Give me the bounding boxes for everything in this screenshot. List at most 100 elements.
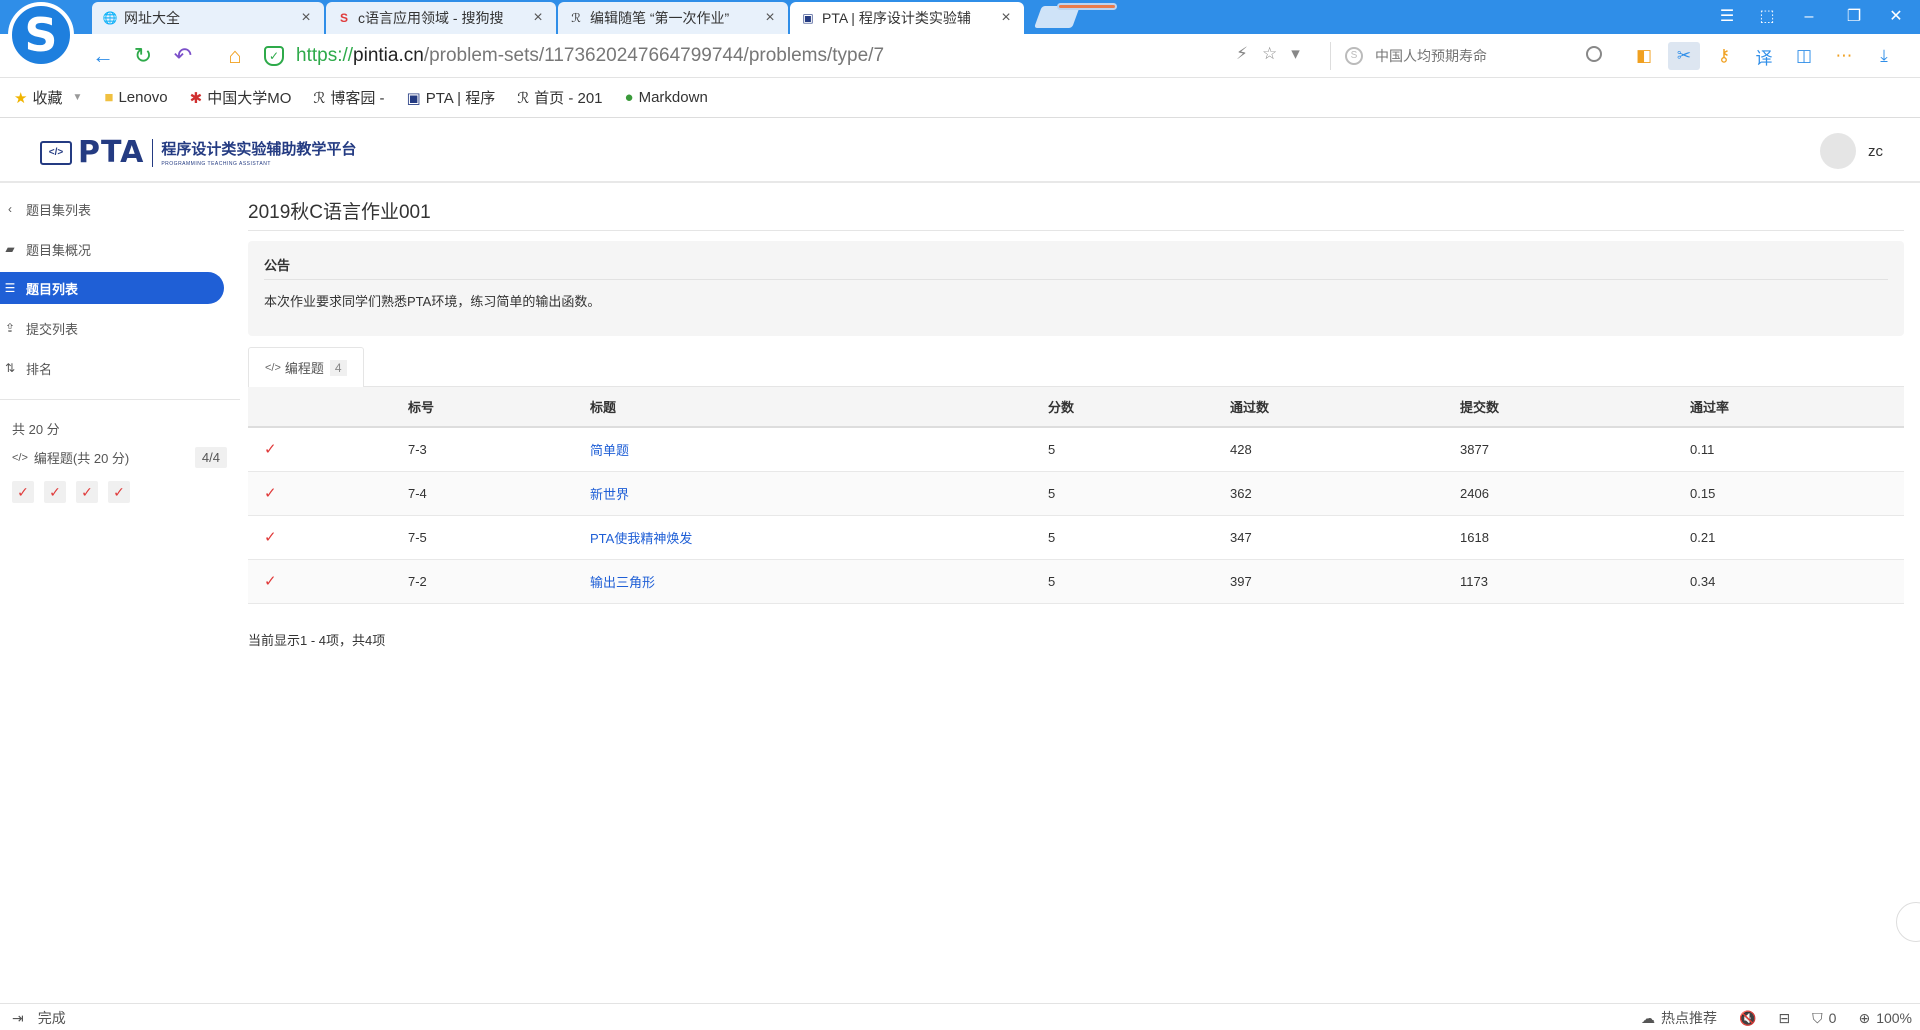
- problem-rate: 0.21: [1690, 515, 1904, 560]
- table-row[interactable]: ✓ 7-4 新世界 5 362 2406 0.15: [248, 471, 1904, 516]
- sidebar-divider: [0, 399, 240, 400]
- bookmark-mooc[interactable]: ✱ 中国大学MO: [190, 87, 292, 108]
- table-row[interactable]: ✓ 7-2 输出三角形 5 397 1173 0.34: [248, 559, 1904, 604]
- find-icon[interactable]: ◫: [1788, 42, 1820, 70]
- skin-icon[interactable]: ⬚: [1756, 6, 1778, 28]
- address-bar-row: ← ↻ ↶ ⌂ ✓ https://pintia.cn/problem-sets…: [0, 34, 1920, 78]
- hot-news-button[interactable]: ☁ 热点推荐: [1641, 1008, 1717, 1028]
- home-icon[interactable]: ⌂: [222, 43, 248, 69]
- browser-tab-2[interactable]: S c语言应用领域 - 搜狗搜 ×: [326, 2, 556, 34]
- check-icon[interactable]: ✓: [12, 481, 34, 503]
- close-icon[interactable]: ×: [298, 9, 314, 27]
- cnblogs-icon: ℛ: [517, 89, 530, 107]
- dropdown-icon[interactable]: ▾: [1291, 44, 1300, 64]
- close-icon[interactable]: ×: [530, 9, 546, 27]
- menu-icon[interactable]: ☰: [1716, 6, 1738, 28]
- screenshot-scissors-icon[interactable]: ✂: [1668, 42, 1700, 70]
- problem-id: 7-3: [408, 427, 590, 472]
- browser-tab-4-active[interactable]: ▣ PTA | 程序设计类实验辅 ×: [790, 2, 1024, 34]
- markdown-icon: ●: [624, 89, 634, 106]
- sidebar-item-back[interactable]: ‹ 题目集列表: [0, 193, 224, 225]
- logo-divider: [152, 138, 154, 167]
- table-row[interactable]: ✓ 7-3 简单题 5 428 3877 0.11: [248, 427, 1904, 472]
- hot-news-label: 热点推荐: [1660, 1010, 1717, 1026]
- check-icon[interactable]: ✓: [44, 481, 66, 503]
- problem-rate: 0.34: [1690, 559, 1904, 604]
- announcement-box: 公告 本次作业要求同学们熟悉PTA环境，练习简单的输出函数。: [248, 241, 1904, 336]
- check-icon[interactable]: ✓: [108, 481, 130, 503]
- sidebar-item-problem-list[interactable]: ☰ 题目列表: [0, 272, 224, 304]
- bookmark-favorites[interactable]: ★ 收藏 ▼: [14, 87, 82, 108]
- avatar[interactable]: [1820, 133, 1856, 169]
- restore-icon[interactable]: ❐: [1843, 6, 1865, 28]
- close-icon[interactable]: ×: [762, 9, 778, 27]
- window-close-icon[interactable]: ✕: [1885, 6, 1907, 28]
- cnblogs-icon: ℛ: [313, 89, 326, 107]
- close-icon[interactable]: ×: [998, 9, 1014, 27]
- search-input[interactable]: [1375, 48, 1575, 64]
- sidebar-item-overview[interactable]: ▰ 题目集概况: [0, 233, 224, 265]
- adblock-count: 0: [1828, 1010, 1837, 1026]
- browser-tab-1[interactable]: 🌐 网址大全 ×: [92, 2, 324, 34]
- col-rate[interactable]: 通过率: [1690, 387, 1904, 428]
- read-icon[interactable]: ◧: [1628, 42, 1660, 70]
- sidebar-item-submissions[interactable]: ⇪ 提交列表: [0, 312, 224, 344]
- back-arrow-icon[interactable]: ←: [90, 43, 116, 69]
- zoom-icon: ⊕: [1858, 1009, 1871, 1026]
- bookmark-cnblogs[interactable]: ℛ 博客园 -: [313, 87, 384, 108]
- announcement-text: 本次作业要求同学们熟悉PTA环境，练习简单的输出函数。: [264, 294, 601, 309]
- category-row[interactable]: </> 编程题(共 20 分) 4/4: [12, 447, 227, 468]
- sogou-browser-logo-icon[interactable]: S: [8, 2, 74, 68]
- browser-tab-3[interactable]: ℛ 编辑随笔 “第一次作业” ×: [558, 2, 788, 34]
- translate-icon[interactable]: 译: [1748, 42, 1780, 70]
- more-icon[interactable]: ⋯: [1828, 42, 1860, 70]
- minimize-icon[interactable]: –: [1798, 6, 1820, 28]
- sidebar-toggle-icon[interactable]: ⇥: [12, 1010, 24, 1027]
- page-title: 2019秋C语言作业001: [248, 202, 431, 223]
- problem-title-link[interactable]: PTA使我精神焕发: [590, 531, 692, 546]
- zoom-control[interactable]: ⊕ 100%: [1858, 1010, 1912, 1027]
- problem-title-link[interactable]: 新世界: [590, 487, 629, 502]
- refresh-icon[interactable]: ↻: [130, 43, 156, 69]
- bookmark-pta[interactable]: ▣ PTA | 程序: [407, 87, 496, 108]
- lightning-icon[interactable]: ⚡: [1236, 44, 1248, 64]
- user-menu[interactable]: zc: [1820, 133, 1883, 169]
- col-id[interactable]: 标号: [408, 387, 590, 428]
- check-icon[interactable]: ✓: [76, 481, 98, 503]
- mute-icon[interactable]: 🔇: [1739, 1010, 1756, 1027]
- bookmark-markdown[interactable]: ● Markdown: [625, 89, 708, 106]
- check-icon: ✓: [248, 471, 408, 516]
- tab-programming[interactable]: </> 编程题 4: [248, 347, 364, 388]
- problem-submitted: 1618: [1460, 515, 1690, 560]
- problem-title-link[interactable]: 简单题: [590, 443, 629, 458]
- col-passed[interactable]: 通过数: [1230, 387, 1460, 428]
- globe-icon: 🌐: [102, 11, 118, 25]
- col-title[interactable]: 标题: [590, 387, 1048, 428]
- pta-logo[interactable]: </> PTA 程序设计类实验辅助教学平台 PROGRAMMING TEACHI…: [40, 135, 356, 170]
- search-box[interactable]: S: [1330, 42, 1602, 70]
- star-bookmark-icon[interactable]: ☆: [1262, 44, 1277, 64]
- download-icon[interactable]: ⤓: [1868, 42, 1900, 70]
- search-icon[interactable]: [1586, 46, 1602, 62]
- upload-icon: ⇪: [4, 321, 16, 335]
- code-bracket-icon: </>: [40, 140, 72, 165]
- adblock-counter[interactable]: ⛉ 0: [1812, 1010, 1836, 1027]
- undo-close-icon[interactable]: ↶: [170, 43, 196, 69]
- table-row[interactable]: ✓ 7-5 PTA使我精神焕发 5 347 1618 0.21: [248, 515, 1904, 560]
- bookmark-home[interactable]: ℛ 首页 - 201: [517, 87, 602, 108]
- sidebar-item-ranking[interactable]: ⇅ 排名: [0, 352, 224, 384]
- col-submitted[interactable]: 提交数: [1460, 387, 1690, 428]
- bookmark-lenovo[interactable]: ■ Lenovo: [104, 89, 167, 106]
- category-progress: 4/4: [194, 447, 227, 468]
- announcement-divider: [264, 279, 1888, 280]
- col-score[interactable]: 分数: [1048, 387, 1230, 428]
- sidebar-item-label: 题目集概况: [26, 242, 92, 258]
- feedback-button[interactable]: [1896, 902, 1920, 942]
- problem-title-link[interactable]: 输出三角形: [590, 575, 655, 590]
- cnblogs-icon: ℛ: [571, 11, 581, 25]
- pta-icon: ▣: [406, 89, 421, 107]
- sidebar-item-label: 题目集列表: [26, 202, 92, 218]
- url-field[interactable]: ✓ https://pintia.cn/problem-sets/1173620…: [264, 42, 1324, 70]
- gift-icon[interactable]: ⊟: [1778, 1010, 1790, 1027]
- key-icon[interactable]: ⚷: [1708, 42, 1740, 70]
